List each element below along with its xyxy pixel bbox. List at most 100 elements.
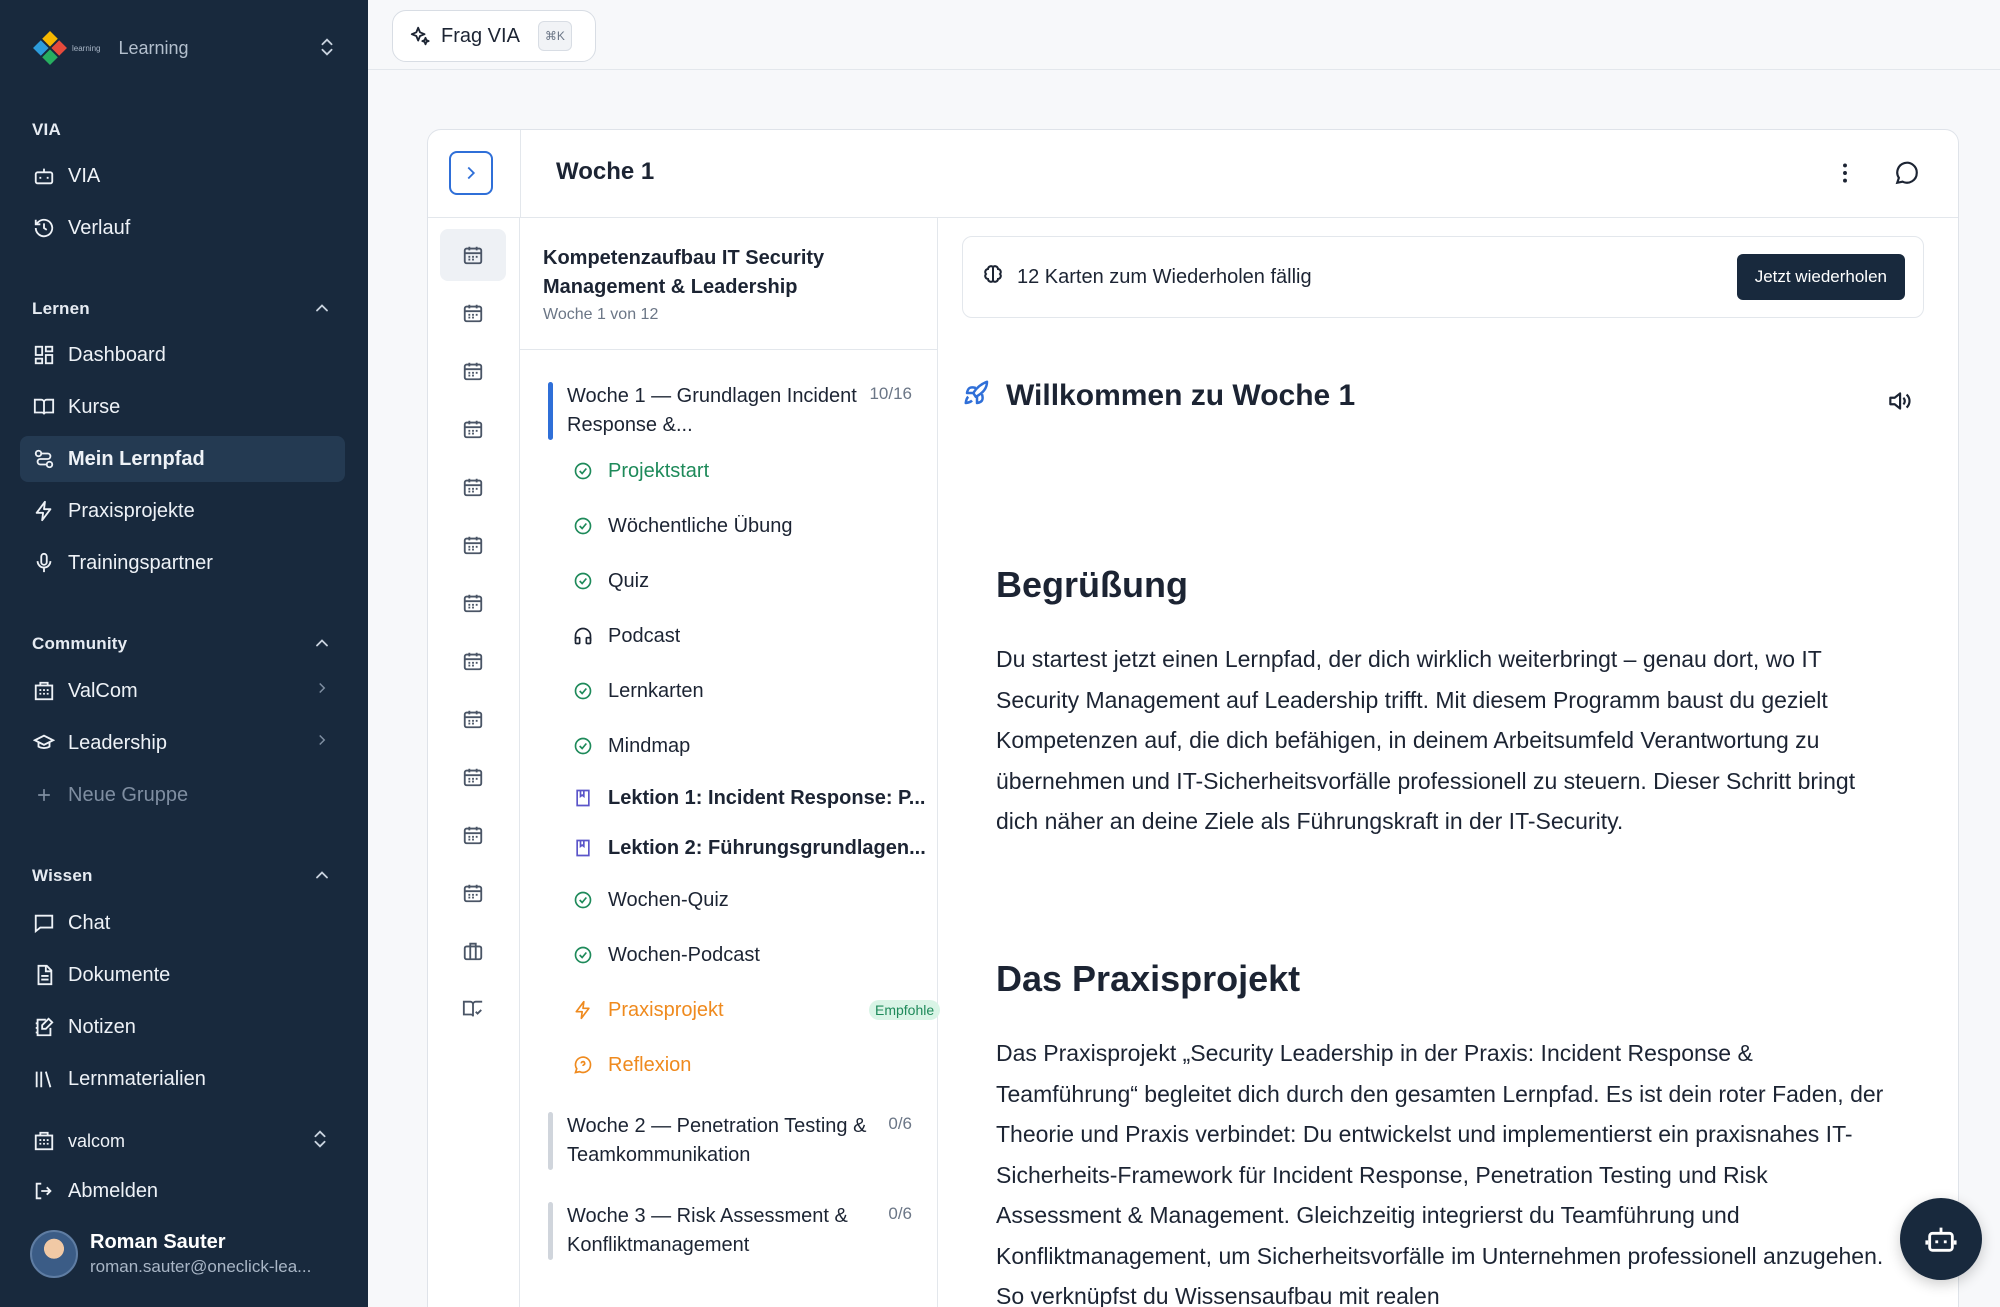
rail-projects[interactable]: [440, 925, 506, 977]
week-icon-rail: [428, 218, 520, 1307]
week-item-1[interactable]: Woche 1 — Grundlagen Incident Response &…: [548, 382, 928, 440]
calendar-icon: [463, 246, 483, 265]
topbar: Frag VIA ⌘K: [368, 0, 2000, 70]
lesson-item[interactable]: Wöchentliche Übung: [572, 508, 932, 544]
section-label-wissen: Wissen: [32, 866, 93, 885]
history-icon: [32, 216, 56, 240]
assistant-fab-button[interactable]: [1900, 1198, 1982, 1280]
circle-check-icon: [572, 515, 594, 537]
brand-label: Learning: [118, 37, 189, 58]
sidebar-item-valcom[interactable]: ValCom: [20, 668, 345, 714]
sidebar-item-verlauf[interactable]: Verlauf: [20, 205, 345, 251]
sparkles-icon: [409, 25, 431, 47]
rail-week-12[interactable]: [440, 867, 506, 919]
course-subtitle: Woche 1 von 12: [543, 306, 659, 323]
new-group-button[interactable]: Neue Gruppe: [20, 772, 345, 818]
more-vertical-icon[interactable]: [1832, 160, 1858, 191]
lesson-item[interactable]: Quiz: [572, 563, 932, 599]
rail-week-2[interactable]: [440, 287, 506, 339]
sidebar-item-label: Dokumente: [68, 963, 171, 986]
week-item-3[interactable]: Woche 3 — Risk Assessment & Konfliktmana…: [548, 1202, 928, 1260]
expand-sidebar-button[interactable]: [449, 151, 493, 195]
section-text: Du startest jetzt einen Lernpfad, der di…: [996, 646, 1856, 834]
chevron-right-icon: [313, 679, 331, 703]
circle-check-icon: [572, 680, 594, 702]
rail-week-8[interactable]: [440, 635, 506, 687]
sidebar-item-kurse[interactable]: Kurse: [20, 384, 345, 430]
lesson-item[interactable]: Projektstart: [572, 453, 932, 489]
user-name: Roman Sauter: [90, 1231, 226, 1253]
sidebar-item-mein-lernpfad[interactable]: Mein Lernpfad: [20, 436, 345, 482]
sidebar-item-leadership[interactable]: Leadership: [20, 720, 345, 766]
message-circle-icon[interactable]: [1894, 160, 1920, 191]
sidebar-item-dashboard[interactable]: Dashboard: [20, 332, 345, 378]
rail-week-7[interactable]: [440, 577, 506, 629]
lesson-item[interactable]: Lektion 1: Incident Response: P...: [572, 780, 932, 816]
rail-week-1[interactable]: [440, 229, 506, 281]
lesson-item[interactable]: Wochen-Podcast: [572, 937, 932, 973]
sidebar-item-chat[interactable]: Chat: [20, 900, 345, 946]
sidebar-item-label: ValCom: [68, 679, 138, 702]
dashboard-icon: [32, 343, 56, 367]
chevron-up-icon[interactable]: [312, 298, 332, 323]
course-header: Kompetenzaufbau IT Security Management &…: [520, 218, 937, 350]
brand-logo: oneclick learning: [72, 30, 2000, 1307]
week-indicator: [548, 1202, 553, 1260]
rail-week-9[interactable]: [440, 693, 506, 745]
rail-week-10[interactable]: [440, 751, 506, 803]
sidebar-item-notizen[interactable]: Notizen: [20, 1004, 345, 1050]
section-text: Das Praxisprojekt „Security Leadership i…: [996, 1040, 1884, 1307]
chevron-up-down-icon: [316, 36, 338, 63]
sidebar-item-label: Lernmaterialien: [68, 1067, 206, 1090]
lesson-item[interactable]: Wochen-Quiz: [572, 882, 932, 918]
logo-sub-text: learning: [72, 43, 101, 53]
lesson-label: Mindmap: [608, 734, 691, 757]
lesson-label: Quiz: [608, 569, 650, 592]
sidebar-item-dokumente[interactable]: Dokumente: [20, 952, 345, 998]
user-profile[interactable]: Roman Sauter roman.sauter@oneclick-lea..…: [30, 1230, 311, 1278]
sidebar-item-label: Verlauf: [68, 216, 131, 239]
rail-week-11[interactable]: [440, 809, 506, 861]
review-card: 12 Karten zum Wiederholen fällig Jetzt w…: [962, 236, 1924, 318]
sidebar-item-via[interactable]: VIA: [20, 153, 345, 199]
lesson-item[interactable]: Lektion 2: Führungsgrundlagen...: [572, 830, 932, 866]
sidebar-item-label: Leadership: [68, 731, 167, 754]
section-heading: Begrüßung: [996, 564, 1188, 605]
chevron-up-icon[interactable]: [312, 865, 332, 890]
week-item-2[interactable]: Woche 2 — Penetration Testing & Teamkomm…: [548, 1112, 928, 1170]
lesson-item[interactable]: Mindmap: [572, 728, 932, 764]
workspace-switcher[interactable]: valcom: [20, 1118, 345, 1164]
lesson-item[interactable]: Reflexion: [572, 1047, 932, 1083]
lesson-item[interactable]: Lernkarten: [572, 673, 932, 709]
rail-week-4[interactable]: [440, 403, 506, 455]
lesson-label: Wochen-Podcast: [608, 943, 760, 966]
brand-switcher[interactable]: oneclick learning Learning: [33, 30, 2000, 1307]
review-now-button[interactable]: Jetzt wiederholen: [1736, 254, 1905, 300]
logout-button[interactable]: Abmelden: [20, 1168, 345, 1214]
sidebar-item-trainingspartner[interactable]: Trainingspartner: [20, 540, 345, 586]
book-open-icon: [32, 395, 56, 419]
volume-icon[interactable]: [1886, 388, 1912, 419]
rail-week-3[interactable]: [440, 345, 506, 397]
week-progress: 0/6: [888, 1114, 912, 1133]
rail-reflection[interactable]: [440, 983, 506, 1035]
sidebar-item-label: Notizen: [68, 1015, 136, 1038]
chevron-up-icon[interactable]: [312, 633, 332, 658]
lesson-label: Wochen-Quiz: [608, 888, 729, 911]
bot-icon: [1925, 1227, 1957, 1252]
logout-label: Abmelden: [68, 1179, 159, 1202]
lesson-item[interactable]: Podcast: [572, 618, 932, 654]
week-title: Woche 1 — Grundlagen Incident Response &…: [567, 385, 857, 436]
sidebar-item-lernmaterialien[interactable]: Lernmaterialien: [20, 1056, 345, 1102]
rail-week-6[interactable]: [440, 519, 506, 571]
calendar-icon: [463, 304, 483, 323]
bookmark-book-icon: [572, 837, 594, 859]
welcome-title: Willkommen zu Woche 1: [1006, 378, 1356, 412]
rail-week-5[interactable]: [440, 461, 506, 513]
ask-via-button[interactable]: Frag VIA ⌘K: [392, 10, 596, 62]
sidebar-item-praxisprojekte[interactable]: Praxisprojekte: [20, 488, 345, 534]
book-check-icon: [462, 1000, 483, 1017]
microphone-icon: [32, 551, 56, 575]
lesson-item[interactable]: Praxisprojekt Empfohle: [572, 992, 941, 1028]
chevron-up-down-icon: [309, 1128, 331, 1155]
